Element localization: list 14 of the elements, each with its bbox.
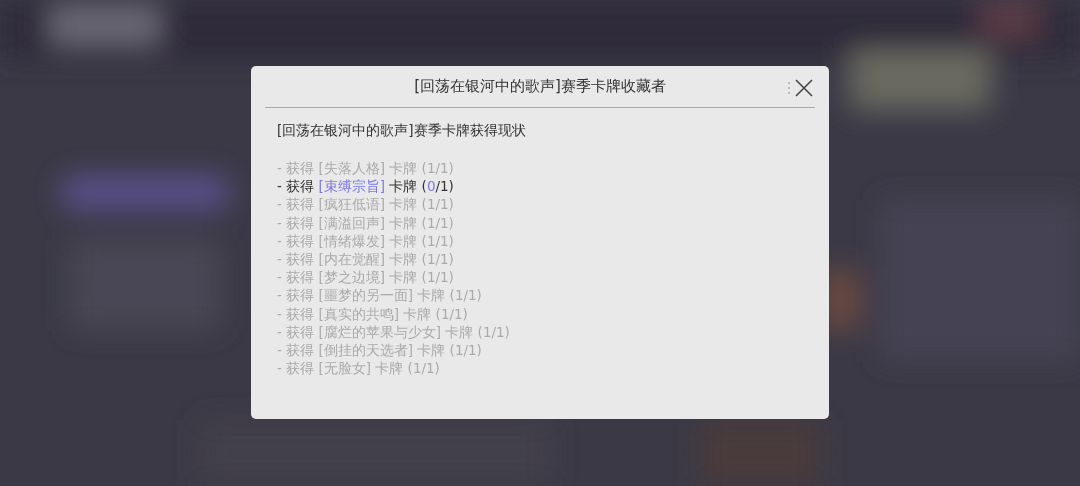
card-progress-item: - 获得 [腐烂的苹果与少女] 卡牌 (1/1) [277,322,511,342]
card-progress-item: - 获得 [束缚宗旨] 卡牌 (0/1) [277,177,455,196]
card-progress-item: - 获得 [失落人格] 卡牌 (1/1) [277,159,455,178]
drag-handle-icon [787,81,791,95]
status-heading: [回荡在银河中的歌声]赛季卡牌获得现状 [277,122,527,140]
card-progress-item: - 获得 [无脸女] 卡牌 (1/1) [277,359,441,378]
card-progress-item: - 获得 [情绪爆发] 卡牌 (1/1) [277,231,455,250]
card-progress-item: - 获得 [真实的共鸣] 卡牌 (1/1) [277,304,469,323]
card-progress-item: - 获得 [倒挂的天选者] 卡牌 (1/1) [277,341,483,360]
dialog-title: [回荡在银河中的歌声]赛季卡牌收藏者 [414,77,666,96]
card-progress-item: - 获得 [梦之边境] 卡牌 (1/1) [277,268,455,287]
card-progress-item: - 获得 [疯狂低语] 卡牌 (1/1) [277,195,455,214]
card-progress-item: - 获得 [内在觉醒] 卡牌 (1/1) [277,250,455,269]
close-button[interactable] [793,77,815,99]
